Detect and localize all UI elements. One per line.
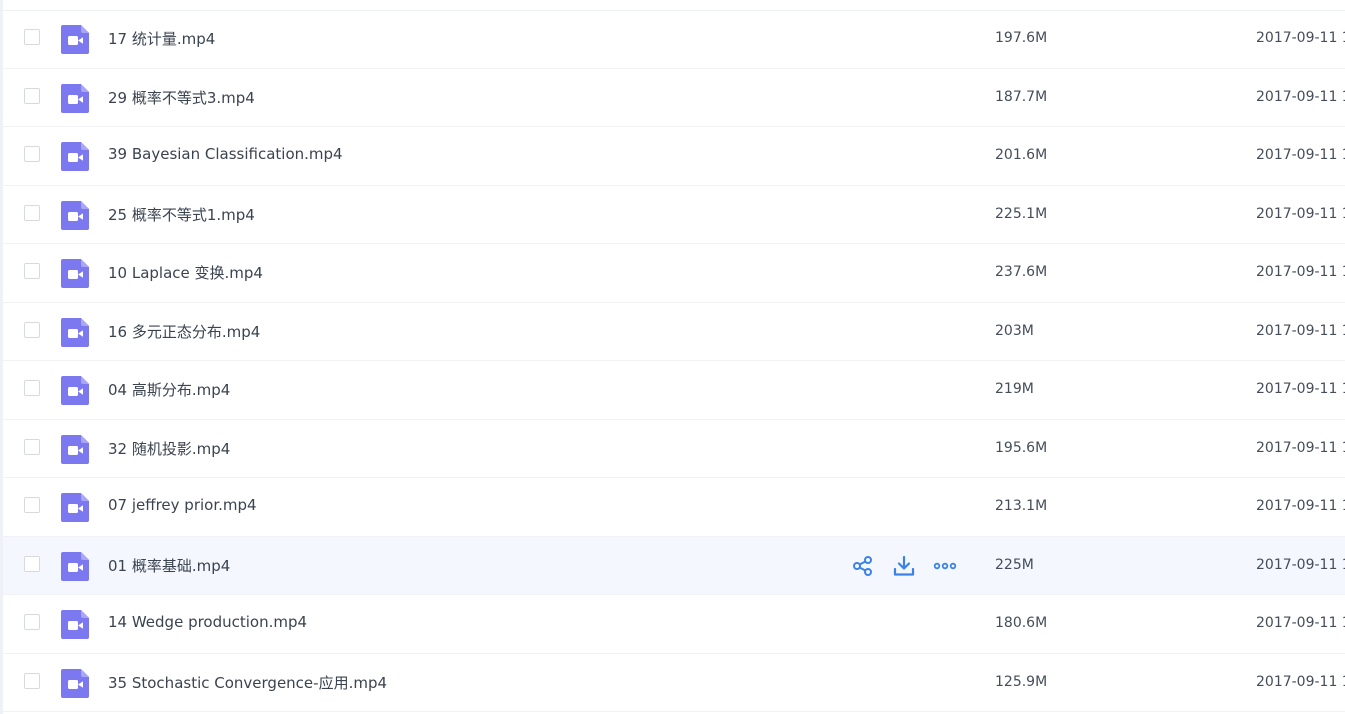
file-name[interactable]: 39 Bayesian Classification.mp4	[108, 145, 343, 163]
file-size: 201.6M	[995, 147, 1048, 163]
file-name[interactable]: 29 概率不等式3.mp4	[108, 87, 255, 108]
video-file-icon	[61, 493, 89, 522]
file-size: 125.9M	[995, 673, 1048, 690]
file-row[interactable]: 04 高斯分布.mp4 219M 2017-09-11 1	[3, 361, 1345, 420]
row-checkbox[interactable]	[24, 614, 40, 630]
file-date: 2017-09-11 1	[1256, 381, 1345, 397]
video-file-icon	[61, 551, 89, 581]
row-checkbox[interactable]	[24, 204, 40, 221]
file-size: 213.1M	[995, 498, 1048, 514]
file-name[interactable]: 16 多元正态分布.mp4	[108, 321, 260, 342]
file-row[interactable]: 39 Bayesian Classification.mp4 201.6M 20…	[3, 127, 1345, 186]
download-button[interactable]	[892, 554, 916, 578]
file-size: 219M	[995, 381, 1034, 397]
file-size: 225M	[995, 556, 1034, 573]
file-date: 2017-09-11 1	[1256, 556, 1345, 573]
file-name[interactable]: 04 高斯分布.mp4	[108, 379, 230, 400]
file-row[interactable]: 35 Stochastic Convergence-应用.mp4 125.9M …	[3, 654, 1345, 712]
row-checkbox[interactable]	[24, 263, 40, 279]
row-checkbox[interactable]	[24, 29, 40, 45]
file-size: 237.6M	[995, 264, 1048, 280]
file-date: 2017-09-11 1	[1256, 264, 1345, 280]
file-size: 225.1M	[995, 205, 1048, 222]
share-button[interactable]	[851, 554, 875, 578]
file-row[interactable]: 07 jeffrey prior.mp4 213.1M 2017-09-11 1	[3, 478, 1345, 537]
file-size: 187.7M	[995, 88, 1048, 105]
row-checkbox[interactable]	[24, 146, 40, 162]
row-checkbox[interactable]	[24, 321, 40, 338]
file-row[interactable]: 16 多元正态分布.mp4 203M 2017-09-11 1	[3, 303, 1345, 361]
file-row[interactable]: 32 随机投影.mp4 195.6M 2017-09-11 1	[3, 420, 1345, 478]
file-date: 2017-09-11 1	[1256, 30, 1345, 46]
video-file-icon	[61, 83, 89, 113]
file-row[interactable]: 29 概率不等式3.mp4 187.7M 2017-09-11 1	[3, 69, 1345, 127]
download-icon	[893, 555, 915, 577]
file-size: 203M	[995, 322, 1034, 339]
file-name[interactable]: 07 jeffrey prior.mp4	[108, 496, 257, 514]
video-file-icon	[61, 200, 89, 230]
file-row[interactable]: 10 Laplace 变换.mp4 237.6M 2017-09-11 1	[3, 244, 1345, 303]
file-size: 195.6M	[995, 439, 1048, 456]
file-row[interactable]: 14 Wedge production.mp4 180.6M 2017-09-1…	[3, 595, 1345, 654]
row-checkbox[interactable]	[24, 380, 40, 396]
file-date: 2017-09-11 1	[1256, 88, 1345, 105]
file-name[interactable]: 35 Stochastic Convergence-应用.mp4	[108, 672, 387, 693]
file-name[interactable]: 17 统计量.mp4	[108, 28, 215, 49]
video-file-icon	[61, 610, 89, 639]
share-icon	[852, 555, 874, 577]
video-file-icon	[61, 25, 89, 54]
video-file-icon	[61, 668, 89, 698]
video-file-icon	[61, 376, 89, 405]
file-name[interactable]: 25 概率不等式1.mp4	[108, 204, 255, 225]
row-checkbox[interactable]	[24, 87, 40, 104]
video-file-icon	[61, 142, 89, 171]
more-button[interactable]	[933, 554, 957, 578]
file-name[interactable]: 10 Laplace 变换.mp4	[108, 262, 263, 283]
file-size: 180.6M	[995, 615, 1048, 631]
file-date: 2017-09-11 1	[1256, 322, 1345, 339]
row-actions	[851, 554, 957, 578]
file-date: 2017-09-11 1	[1256, 615, 1345, 631]
file-size: 197.6M	[995, 30, 1048, 46]
row-checkbox[interactable]	[24, 672, 40, 689]
row-checkbox[interactable]	[24, 555, 40, 572]
row-checkbox[interactable]	[24, 438, 40, 455]
file-name[interactable]: 32 随机投影.mp4	[108, 438, 230, 459]
video-file-icon	[61, 434, 89, 464]
file-date: 2017-09-11 1	[1256, 673, 1345, 690]
file-name[interactable]: 14 Wedge production.mp4	[108, 613, 307, 631]
file-row[interactable]: 17 统计量.mp4 197.6M 2017-09-11 1	[3, 10, 1345, 69]
file-list: 17 统计量.mp4 197.6M 2017-09-11 1 29 概率不等式3…	[3, 10, 1345, 712]
video-file-icon	[61, 317, 89, 347]
more-icon	[933, 555, 957, 577]
file-date: 2017-09-11 1	[1256, 205, 1345, 222]
file-name[interactable]: 01 概率基础.mp4	[108, 555, 230, 576]
file-date: 2017-09-11 1	[1256, 147, 1345, 163]
row-checkbox[interactable]	[24, 497, 40, 513]
file-date: 2017-09-11 1	[1256, 439, 1345, 456]
file-row[interactable]: 25 概率不等式1.mp4 225.1M 2017-09-11 1	[3, 186, 1345, 244]
video-file-icon	[61, 259, 89, 288]
file-row[interactable]: 01 概率基础.mp4 225M 2017-09-11 1	[3, 536, 1345, 595]
file-date: 2017-09-11 1	[1256, 498, 1345, 514]
